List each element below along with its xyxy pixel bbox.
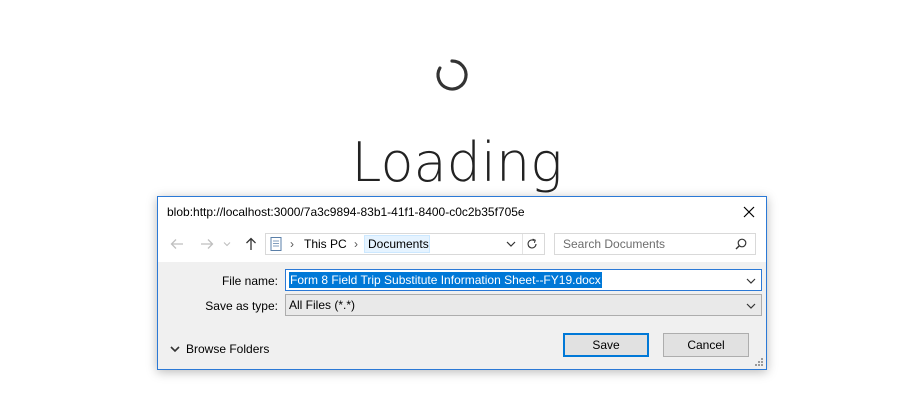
browse-folders-label: Browse Folders (186, 342, 270, 356)
refresh-icon[interactable] (526, 238, 538, 250)
cancel-button[interactable]: Cancel (663, 333, 749, 357)
search-input[interactable]: Search Documents (554, 233, 756, 255)
dialog-titlebar[interactable]: blob:http://localhost:3000/7a3c9894-83b1… (158, 197, 766, 227)
document-folder-icon (270, 237, 282, 251)
close-icon (743, 206, 755, 218)
browser-page: Loading blob:http://localhost:3000/7a3c9… (0, 0, 914, 420)
arrow-up-icon (246, 237, 256, 250)
search-icon[interactable] (735, 238, 747, 250)
browse-folders-toggle[interactable]: Browse Folders (170, 341, 269, 357)
chevron-down-icon[interactable] (745, 275, 757, 287)
save-as-dialog: blob:http://localhost:3000/7a3c9894-83b1… (157, 196, 767, 370)
arrow-right-icon (201, 239, 214, 249)
save-as-type-select[interactable]: All Files (*.*) (285, 294, 762, 316)
file-name-value: Form 8 Field Trip Substitute Information… (289, 272, 602, 288)
save-as-type-label: Save as type: (205, 299, 278, 313)
chevron-down-icon (223, 242, 231, 247)
address-bar[interactable]: › This PC › Documents (265, 233, 545, 255)
breadcrumb-this-pc[interactable]: This PC (304, 237, 347, 251)
back-button[interactable] (168, 236, 186, 252)
arrow-left-icon (170, 239, 183, 249)
dialog-title: blob:http://localhost:3000/7a3c9894-83b1… (167, 205, 525, 219)
loading-spinner-icon (436, 59, 468, 91)
file-name-input[interactable]: Form 8 Field Trip Substitute Information… (285, 269, 762, 291)
breadcrumb-separator: › (354, 237, 358, 251)
chevron-down-icon (746, 303, 756, 309)
save-button[interactable]: Save (563, 333, 649, 357)
address-divider (522, 234, 523, 254)
navigation-bar: › This PC › Documents Search Documents (158, 227, 766, 262)
breadcrumb-separator: › (290, 237, 294, 251)
close-button[interactable] (732, 197, 766, 227)
resize-grip-icon[interactable] (754, 357, 764, 367)
save-as-type-value: All Files (*.*) (289, 298, 356, 312)
recent-locations-button[interactable] (222, 236, 232, 252)
file-name-label: File name: (221, 274, 278, 288)
loading-text: Loading (351, 131, 563, 194)
address-dropdown-icon[interactable] (506, 240, 516, 248)
breadcrumb-documents[interactable]: Documents (368, 237, 429, 251)
up-button[interactable] (242, 236, 260, 252)
forward-button[interactable] (198, 236, 216, 252)
search-placeholder: Search Documents (563, 237, 666, 251)
chevron-down-icon (170, 346, 180, 353)
